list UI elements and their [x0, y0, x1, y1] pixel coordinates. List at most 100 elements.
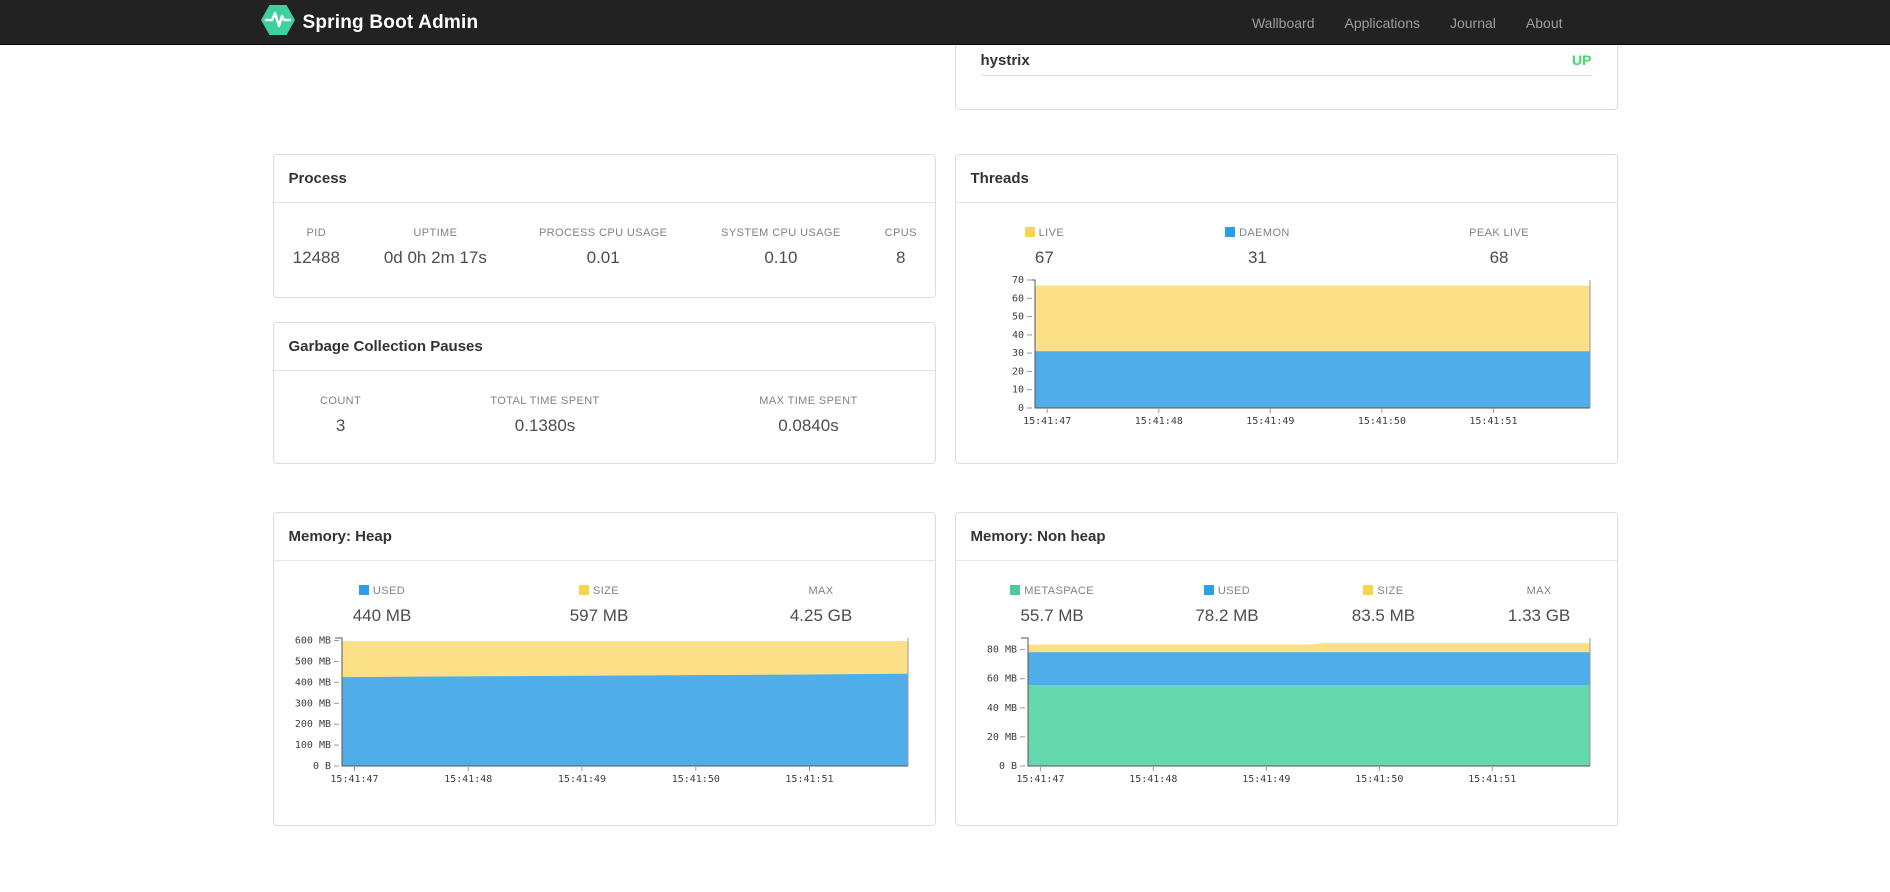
- svg-text:70: 70: [1011, 275, 1023, 286]
- svg-text:0 B: 0 B: [998, 761, 1016, 772]
- threads-panel-heading: Threads: [955, 155, 1617, 203]
- svg-text:20 MB: 20 MB: [986, 732, 1016, 743]
- legend-item: USED 78.2 MB: [1149, 585, 1305, 626]
- legend-label: PEAK LIVE: [1469, 227, 1529, 239]
- metric-label: MAX TIME SPENT: [759, 395, 858, 407]
- memory-nonheap-area-chart: 0 B 20 MB 40 MB 60 MB 80 MB 15:41:47 15:41:48 1…: [986, 637, 1590, 785]
- legend-label: DAEMON: [1145, 227, 1369, 239]
- svg-text:0 B: 0 B: [312, 761, 330, 772]
- brand-title: Spring Boot Admin: [302, 11, 479, 33]
- process-panel-heading: Process: [273, 155, 935, 203]
- svg-text:15:41:49: 15:41:49: [1246, 416, 1294, 427]
- svg-text:15:41:48: 15:41:48: [1134, 416, 1182, 427]
- nav-item: About: [1511, 3, 1578, 43]
- legend-item: SIZE 83.5 MB: [1305, 585, 1461, 626]
- memory-heap-area-chart: 0 B 100 MB 200 MB 300 MB 400 MB 500 MB 600 MB 1…: [294, 636, 908, 785]
- svg-text:100 MB: 100 MB: [294, 740, 330, 751]
- legend-item: SIZE 597 MB: [491, 585, 708, 626]
- legend-label: LIVE: [968, 227, 1122, 239]
- process-panel-title: Process: [288, 170, 347, 187]
- metric-label: UPTIME: [413, 227, 458, 239]
- metric: PROCESS CPU USAGE 0.01: [512, 227, 695, 268]
- status-row-wrapper: hystrix UP: [273, 45, 1618, 110]
- legend-value: 31: [1247, 248, 1267, 267]
- threads-chart: 0 10 20 30 40 50 60 70 15:41:47 15:41:48 15:41:49 1…: [956, 268, 1617, 437]
- svg-text:15:41:51: 15:41:51: [785, 774, 833, 785]
- svg-text:15:41:50: 15:41:50: [1357, 416, 1405, 427]
- metric: COUNT 3: [274, 395, 408, 436]
- svg-text:400 MB: 400 MB: [294, 677, 330, 688]
- metric-value: 0.01: [586, 248, 620, 267]
- legend-value: 78.2 MB: [1195, 606, 1259, 625]
- legend-item: DAEMON 31: [1133, 227, 1381, 268]
- legend-item: METASPACE 55.7 MB: [956, 585, 1149, 626]
- nav-link[interactable]: Journal: [1435, 3, 1511, 43]
- legend-item: PEAK LIVE 68: [1382, 227, 1617, 268]
- metric-label: PID: [306, 227, 327, 239]
- legend-item: MAX 1.33 GB: [1462, 585, 1617, 626]
- svg-text:15:41:47: 15:41:47: [1016, 774, 1064, 785]
- nav-link[interactable]: Applications: [1329, 3, 1435, 43]
- metric-label: PROCESS CPU USAGE: [538, 227, 668, 239]
- metric-value: 0.0840s: [778, 416, 839, 435]
- empty-left-column: [273, 45, 936, 110]
- svg-text:15:41:47: 15:41:47: [1023, 416, 1071, 427]
- legend-value: 1.33 GB: [1507, 606, 1571, 625]
- legend-item: MAX 4.25 GB: [708, 585, 935, 626]
- svg-text:40 MB: 40 MB: [986, 703, 1016, 714]
- svg-text:60 MB: 60 MB: [986, 674, 1016, 685]
- svg-text:15:41:50: 15:41:50: [1355, 774, 1403, 785]
- metric-value: 0d 0h 2m 17s: [383, 248, 487, 267]
- svg-text:15:41:49: 15:41:49: [557, 774, 605, 785]
- nav-link[interactable]: About: [1511, 3, 1578, 43]
- legend-color-swatch: [1225, 227, 1236, 237]
- memory-nonheap-panel-title: Memory: Non heap: [970, 528, 1106, 545]
- legend-value: 55.7 MB: [1020, 606, 1084, 625]
- svg-text:0: 0: [1017, 403, 1023, 414]
- memory-heap-panel-heading: Memory: Heap: [273, 513, 935, 561]
- legend-value: 83.5 MB: [1351, 606, 1416, 625]
- legend-item: LIVE 67: [956, 227, 1134, 268]
- gc-metrics: COUNT 3 TOTAL TIME SPENT 0.1380s MAX TIM…: [274, 395, 935, 436]
- svg-text:20: 20: [1011, 366, 1023, 377]
- metric-value: 12488: [292, 248, 340, 267]
- legend-color-swatch: [1024, 227, 1035, 237]
- svg-text:15:41:50: 15:41:50: [671, 774, 719, 785]
- memory-nonheap-legend: METASPACE 55.7 MB USED 78.2 MB SIZE 83.5…: [956, 585, 1617, 626]
- brand[interactable]: Spring Boot Admin: [260, 5, 479, 40]
- legend-label: USED: [1161, 585, 1293, 597]
- legend-label: METASPACE: [968, 585, 1137, 597]
- svg-text:50: 50: [1011, 312, 1023, 323]
- application-status-row: hystrix UP: [980, 45, 1592, 76]
- metric-value: 0.10: [764, 248, 798, 267]
- nav-link[interactable]: Wallboard: [1237, 3, 1330, 43]
- memory-nonheap-panel: Memory: Non heap METASPACE 55.7 MB USED …: [954, 512, 1618, 826]
- legend-label: MAX: [808, 585, 834, 597]
- process-metrics: PID 12488 UPTIME 0d 0h 2m 17s PROCESS CP…: [274, 227, 935, 268]
- svg-text:15:41:51: 15:41:51: [1468, 774, 1516, 785]
- svg-text:40: 40: [1011, 330, 1023, 341]
- legend-color-swatch: [578, 585, 589, 595]
- metric-label: COUNT: [320, 395, 362, 407]
- legend-label: SIZE: [503, 585, 696, 597]
- legend-color-swatch: [358, 585, 369, 595]
- svg-text:600 MB: 600 MB: [294, 636, 330, 647]
- legend-label: SIZE: [1317, 585, 1449, 597]
- process-panel: Process PID 12488 UPTIME 0d 0h 2m 17s PR…: [272, 154, 936, 298]
- legend-value: 68: [1489, 248, 1509, 267]
- legend-value: 67: [1034, 248, 1054, 267]
- legend-value: 440 MB: [352, 606, 412, 625]
- metric: CPUS 8: [867, 227, 934, 268]
- metric-value: 3: [335, 416, 346, 435]
- memory-heap-panel-title: Memory: Heap: [288, 528, 392, 545]
- svg-text:15:41:49: 15:41:49: [1242, 774, 1290, 785]
- svg-text:15:41:48: 15:41:48: [1129, 774, 1177, 785]
- spring-boot-admin-logo-icon: [260, 5, 295, 40]
- svg-text:10: 10: [1011, 385, 1023, 396]
- metric-label: SYSTEM CPU USAGE: [721, 227, 841, 239]
- memory-heap-panel: Memory: Heap USED 440 MB SIZE 597 MB MAX…: [272, 512, 936, 826]
- navbar: Spring Boot Admin Wallboard Applications J…: [0, 0, 1890, 45]
- svg-text:15:41:48: 15:41:48: [444, 774, 492, 785]
- legend-label: MAX: [1526, 585, 1552, 597]
- metric-label: CPUS: [884, 227, 917, 239]
